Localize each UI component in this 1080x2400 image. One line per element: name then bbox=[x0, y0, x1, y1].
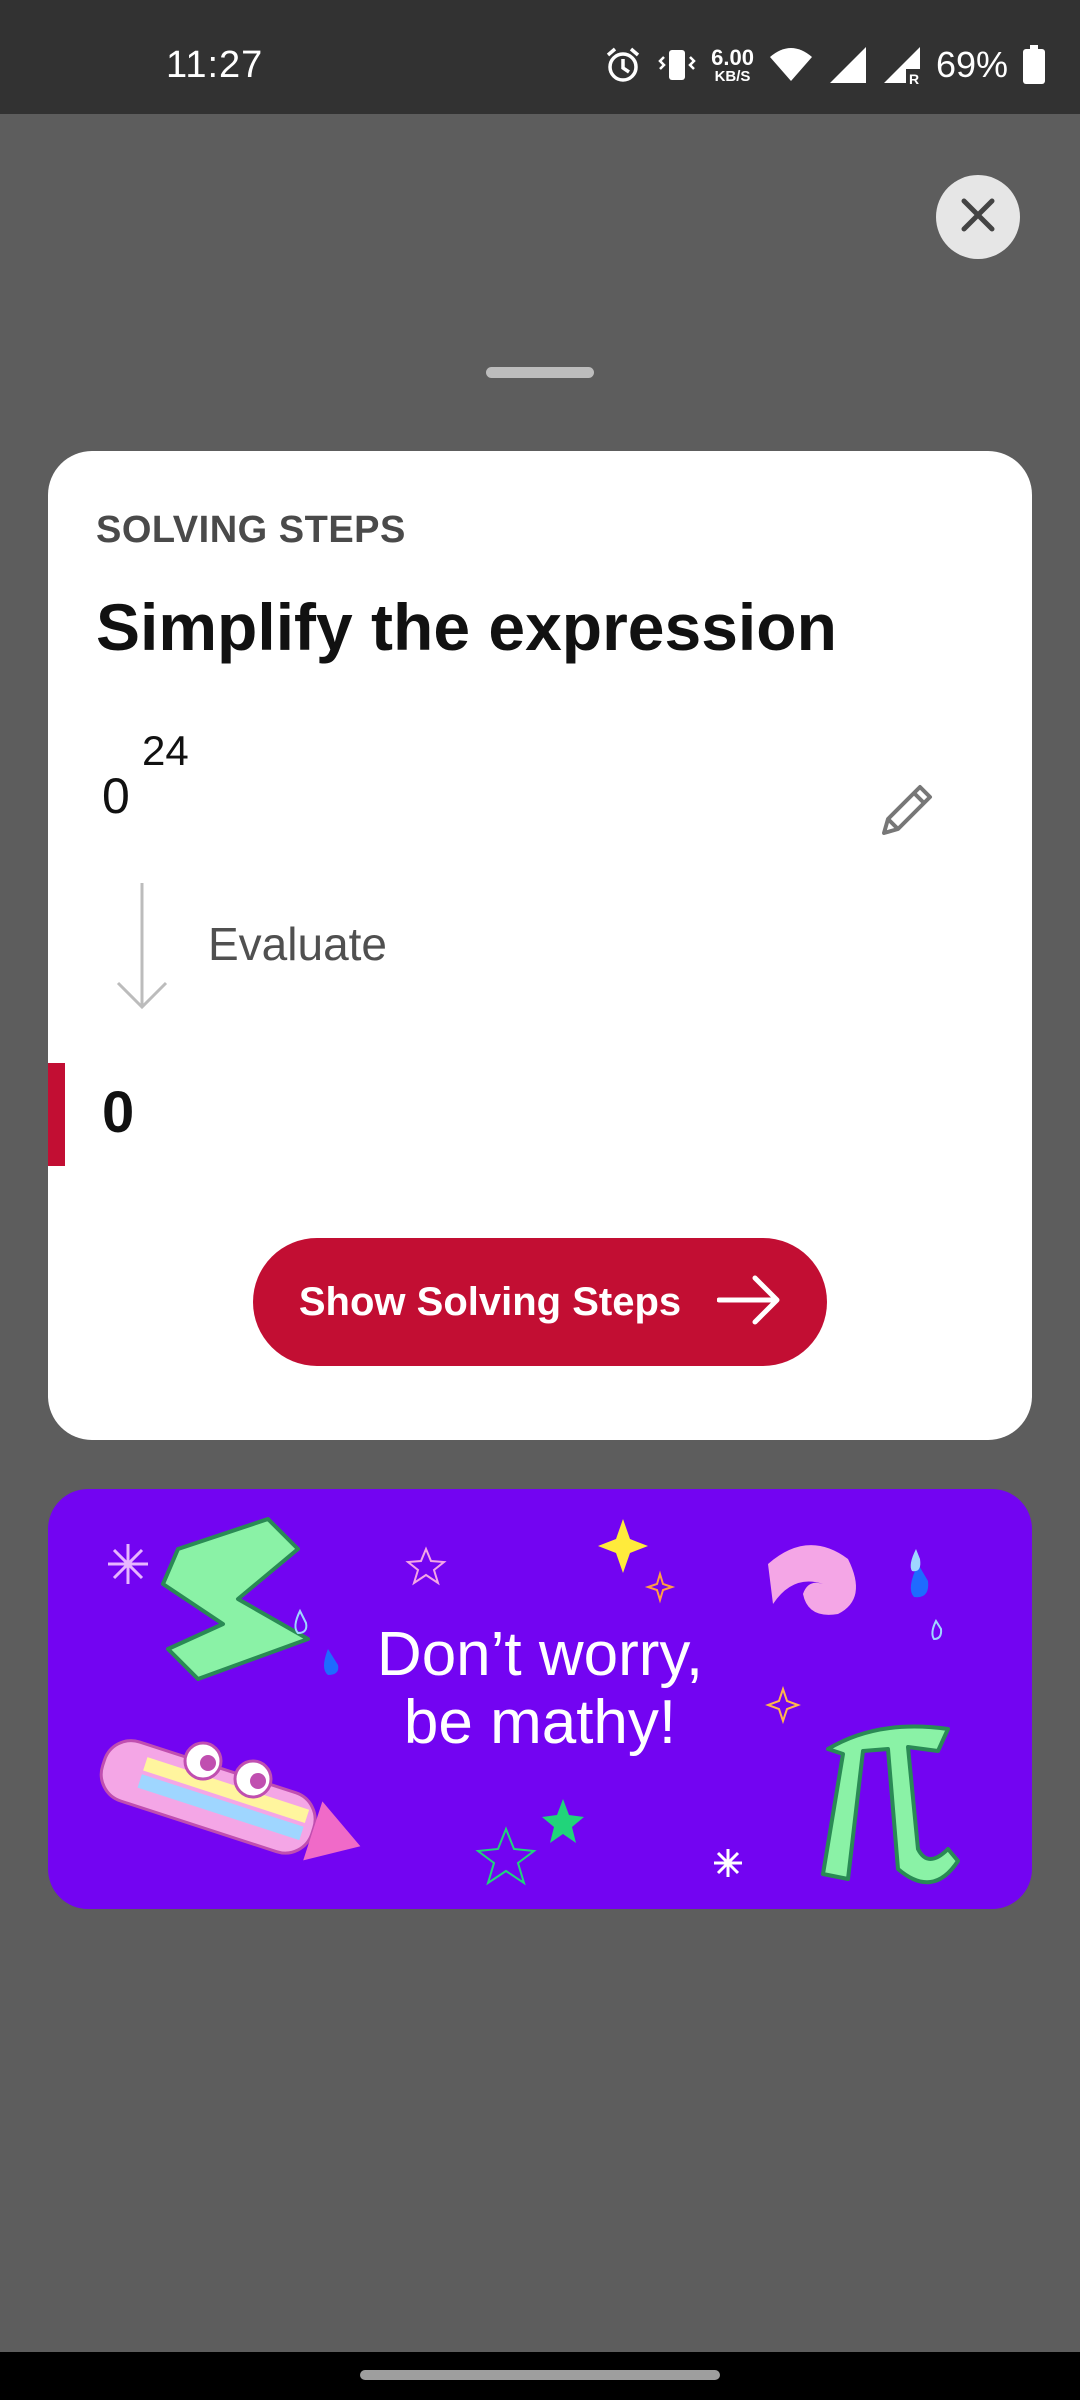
vibrate-icon bbox=[657, 45, 697, 85]
expression-base: 0 bbox=[102, 768, 130, 824]
close-button[interactable] bbox=[936, 175, 1020, 259]
sheet-drag-handle[interactable] bbox=[486, 367, 594, 378]
solving-steps-card: SOLVING STEPS Simplify the expression 0 … bbox=[48, 451, 1032, 1440]
net-speed: 6.00 KB/S bbox=[711, 44, 754, 85]
status-icons: 6.00 KB/S R 69% bbox=[603, 40, 1046, 90]
edit-expression-button[interactable] bbox=[868, 773, 944, 849]
arrow-down-icon bbox=[112, 883, 172, 1018]
battery-percent: 69% bbox=[935, 44, 1008, 85]
step-label: Evaluate bbox=[208, 918, 388, 970]
show-solving-steps-button[interactable]: Show Solving Steps bbox=[253, 1238, 827, 1366]
arrow-right-icon bbox=[716, 1275, 781, 1330]
signal-roaming-icon: R bbox=[882, 45, 922, 85]
close-icon bbox=[960, 197, 996, 238]
cta-label: Show Solving Steps bbox=[298, 1279, 682, 1324]
expression-exponent: 24 bbox=[142, 727, 189, 774]
alarm-icon bbox=[603, 45, 643, 85]
svg-text:R: R bbox=[909, 71, 919, 85]
home-gesture-handle[interactable] bbox=[360, 2370, 720, 2380]
status-time: 11:27 bbox=[166, 44, 264, 86]
banner-line-1: Don’t worry, bbox=[376, 1620, 704, 1689]
banner-line-2: be mathy! bbox=[403, 1688, 677, 1757]
card-eyebrow: SOLVING STEPS bbox=[96, 509, 406, 551]
banner-headline: Don’t worry, be mathy! bbox=[48, 1621, 1032, 1757]
pencil-icon bbox=[868, 785, 944, 853]
battery-icon bbox=[1022, 45, 1046, 85]
wifi-icon bbox=[768, 45, 814, 85]
result-indicator bbox=[48, 1063, 65, 1166]
signal-icon bbox=[828, 45, 868, 85]
promo-banner[interactable]: Don’t worry, be mathy! bbox=[48, 1489, 1032, 1909]
result-value: 0 bbox=[102, 1080, 135, 1145]
card-title: Simplify the expression bbox=[96, 590, 837, 664]
status-bar: 11:27 6.00 KB/S R 69% bbox=[0, 0, 1080, 114]
math-expression: 0 24 bbox=[102, 727, 189, 825]
